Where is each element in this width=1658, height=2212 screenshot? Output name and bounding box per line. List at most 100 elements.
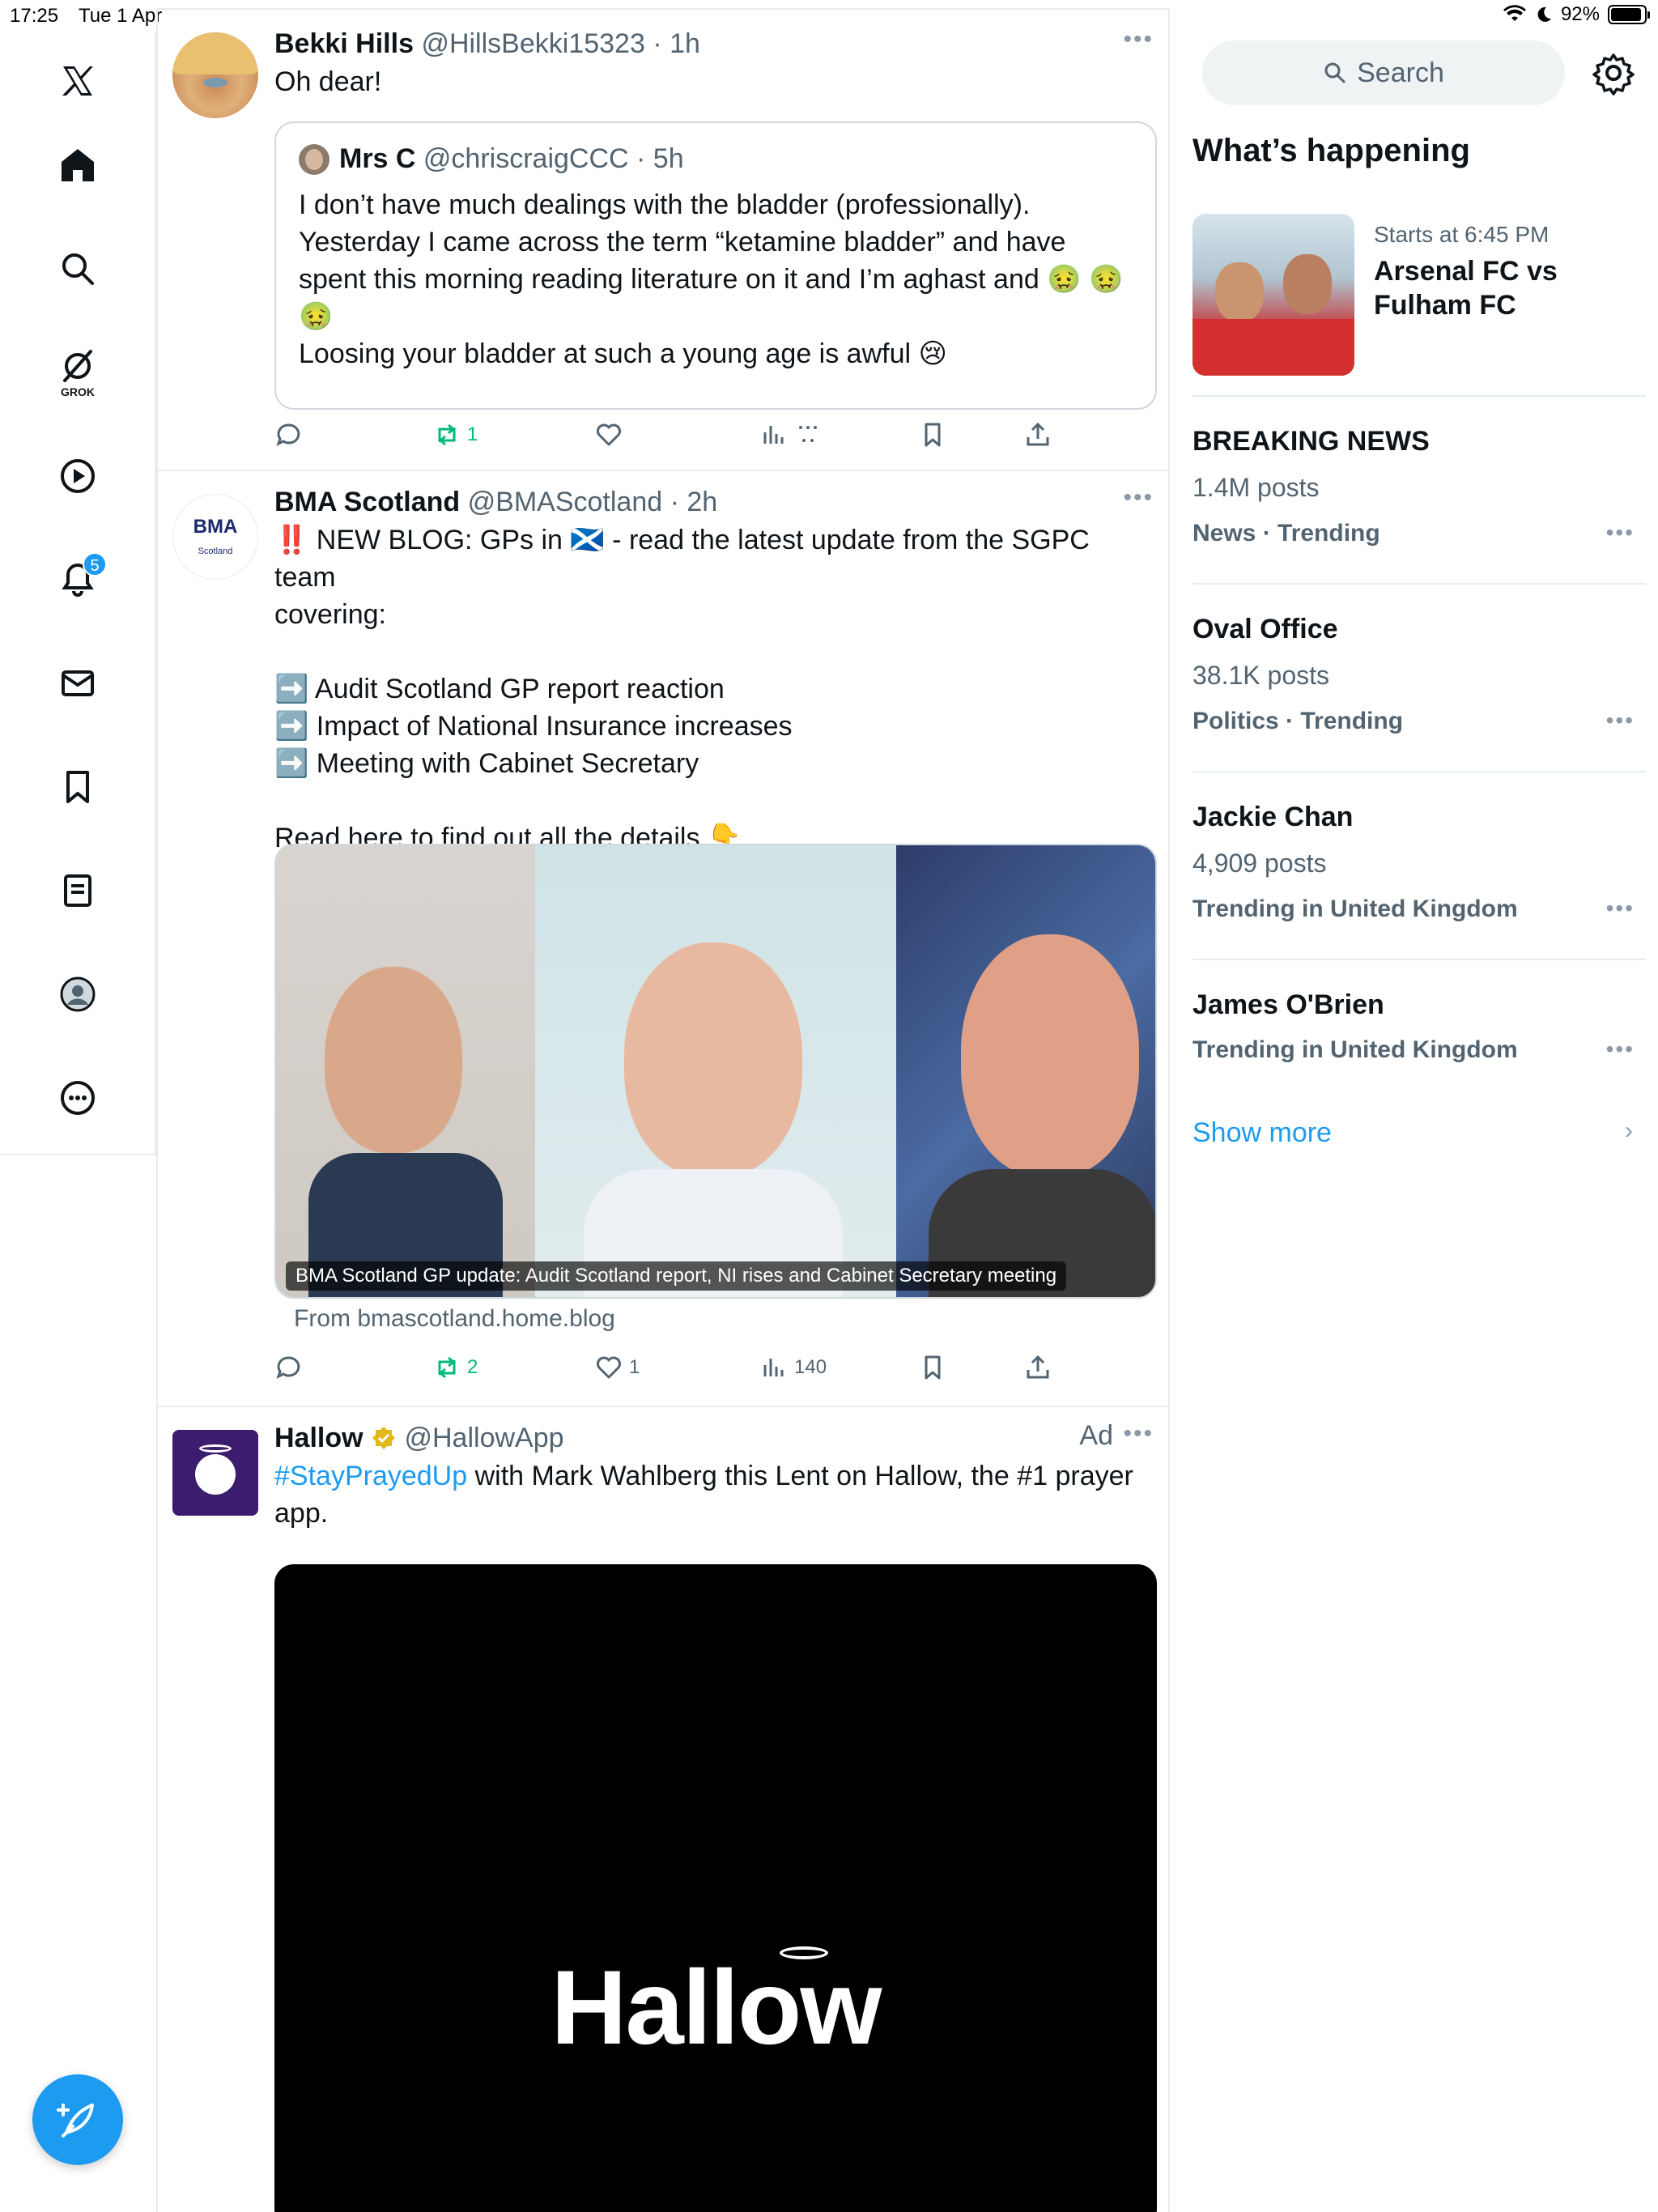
- tweet-line: with Mark Wahlberg this Lent on Hallow, …: [467, 1461, 1133, 1491]
- share-button[interactable]: [1024, 421, 1052, 449]
- left-nav: GROK 5: [0, 32, 156, 1155]
- author-handle[interactable]: @HillsBekki15323: [421, 28, 644, 59]
- author-name[interactable]: BMA Scotland: [274, 487, 460, 517]
- compose-post-button[interactable]: [32, 2074, 123, 2165]
- tweet-time[interactable]: · 2h: [670, 487, 718, 517]
- video-icon[interactable]: [49, 447, 107, 505]
- ad-video[interactable]: Hallow: [274, 1564, 1157, 2212]
- notifications-badge: 5: [83, 552, 107, 576]
- trend-category: Trending in United Kingdom: [1192, 1036, 1518, 1063]
- trend-more-icon[interactable]: •••: [1606, 1036, 1635, 1062]
- lists-icon[interactable]: [49, 861, 107, 920]
- bookmark-button[interactable]: [919, 1354, 946, 1381]
- trend-posts: 38.1K posts: [1192, 661, 1329, 690]
- tweet-text: #StayPrayedUp with Mark Wahlberg this Le…: [274, 1457, 1154, 1532]
- tweet-more-icon[interactable]: •••: [1123, 26, 1154, 53]
- link-source[interactable]: From bmascotland.home.blog: [294, 1305, 615, 1333]
- tweet-text: ‼️ NEW BLOG: GPs in 🏴󠁧󠁢󠁳󠁣󠁴󠁿 - read the l…: [274, 521, 1154, 857]
- profile-icon[interactable]: [49, 965, 107, 1023]
- trend-posts: 1.4M posts: [1192, 473, 1320, 502]
- trend-item[interactable]: Jackie Chan 4,909 posts Trending in Unit…: [1192, 771, 1646, 959]
- views-loading-icon: [799, 426, 817, 442]
- author-handle[interactable]: @BMAScotland: [468, 487, 663, 517]
- x-logo-icon[interactable]: [49, 52, 107, 110]
- like-button[interactable]: [595, 421, 623, 449]
- like-button[interactable]: 1: [595, 1354, 640, 1381]
- halo-icon: [780, 1946, 828, 1959]
- event-meta: Starts at 6:45 PM: [1374, 222, 1550, 247]
- tweet-bma-scotland[interactable]: BMA Scotland BMA Scotland @BMAScotland ·…: [158, 471, 1168, 1407]
- search-icon[interactable]: [49, 240, 107, 298]
- trend-name: Jackie Chan: [1192, 802, 1354, 832]
- quoted-tweet[interactable]: Mrs C @chriscraigCCC · 5h I don’t have m…: [274, 121, 1157, 410]
- trend-item[interactable]: Oval Office 38.1K posts Politics · Trend…: [1192, 583, 1646, 771]
- trend-category: News · Trending: [1192, 520, 1380, 547]
- more-icon[interactable]: [49, 1069, 107, 1127]
- tweet-actions: 2 1 140: [274, 1354, 1154, 1386]
- avatar[interactable]: BMA Scotland: [172, 494, 258, 580]
- retweet-count: 2: [467, 1356, 478, 1378]
- event-card[interactable]: Starts at 6:45 PM Arsenal FC vs Fulham F…: [1192, 214, 1646, 376]
- tweet-time[interactable]: · 1h: [653, 28, 700, 59]
- retweet-icon: [438, 1356, 456, 1379]
- trend-category: Trending in United Kingdom: [1192, 895, 1518, 922]
- views-button[interactable]: 140: [760, 1354, 827, 1381]
- link-card-image[interactable]: BMA Scotland GP update: Audit Scotland r…: [274, 844, 1157, 1299]
- search-input[interactable]: Search: [1202, 40, 1565, 105]
- bookmark-button[interactable]: [919, 421, 946, 449]
- settings-gear-icon[interactable]: [1591, 50, 1636, 96]
- quote-line: Loosing your bladder at such a young age…: [299, 338, 947, 369]
- views-count: 140: [794, 1356, 827, 1378]
- trend-item[interactable]: BREAKING NEWS 1.4M posts News · Trending…: [1192, 395, 1646, 583]
- avatar[interactable]: [172, 32, 258, 118]
- chevron-right-icon: ›: [1625, 1117, 1633, 1144]
- trend-more-icon[interactable]: •••: [1606, 895, 1635, 921]
- tweet-more-icon[interactable]: •••: [1123, 484, 1154, 512]
- trend-more-icon[interactable]: •••: [1606, 708, 1635, 734]
- tweet-hallow-ad[interactable]: Hallow @HallowApp Ad ••• #StayPrayedUp w…: [158, 1407, 1168, 2212]
- trend-name: Oval Office: [1192, 614, 1338, 644]
- trend-item[interactable]: James O'Brien Trending in United Kingdom…: [1192, 959, 1646, 1096]
- share-button[interactable]: [1024, 1354, 1052, 1381]
- tweet-text: Oh dear!: [274, 66, 382, 97]
- grok-label: GROK: [61, 385, 95, 398]
- search-placeholder: Search: [1357, 57, 1444, 88]
- tweet-line: app.: [274, 1498, 329, 1529]
- avatar[interactable]: [172, 1430, 258, 1516]
- search-icon: [1324, 62, 1346, 83]
- status-date: Tue 1 Apr: [79, 5, 163, 27]
- timeline-feed: Bekki Hills @HillsBekki15323 · 1h ••• Oh…: [156, 8, 1170, 2212]
- retweet-button[interactable]: 2: [433, 1354, 478, 1381]
- author-handle[interactable]: @HallowApp: [404, 1423, 563, 1453]
- quote-line: 🤢: [299, 301, 334, 332]
- hashtag-link[interactable]: #StayPrayedUp: [274, 1461, 467, 1491]
- reply-button[interactable]: [274, 421, 302, 449]
- grok-icon[interactable]: GROK: [49, 343, 107, 402]
- tweet-bullet: ➡️ Meeting with Cabinet Secretary: [274, 748, 699, 779]
- mail-icon[interactable]: [49, 654, 107, 713]
- views-button[interactable]: [760, 421, 822, 449]
- home-icon[interactable]: [49, 136, 107, 194]
- verified-gold-icon: [372, 1427, 396, 1449]
- tweet-header: Bekki Hills @HillsBekki15323 · 1h: [274, 26, 1154, 62]
- quote-text: I don’t have much dealings with the blad…: [299, 186, 1141, 372]
- reply-icon: [276, 423, 300, 446]
- link-card-caption: BMA Scotland GP update: Audit Scotland r…: [286, 1261, 1067, 1291]
- author-name[interactable]: Hallow: [274, 1423, 363, 1453]
- photo-panel-left: [276, 845, 535, 1297]
- status-time: 17:25: [10, 5, 59, 27]
- quote-line: Yesterday I came across the term “ketami…: [299, 227, 1066, 257]
- author-name[interactable]: Bekki Hills: [274, 28, 414, 59]
- notifications-icon[interactable]: 5: [49, 551, 107, 609]
- trend-more-icon[interactable]: •••: [1606, 520, 1635, 546]
- bookmark-icon[interactable]: [49, 758, 107, 816]
- show-more-link[interactable]: Show more: [1192, 1117, 1332, 1149]
- reply-button[interactable]: [274, 1354, 302, 1381]
- retweet-button[interactable]: 1: [433, 421, 478, 449]
- quote-author-name: Mrs C: [339, 143, 416, 174]
- right-sidebar: Search What’s happening Starts at 6:45 P…: [1170, 32, 1658, 2212]
- tweet-bullet: ➡️ Audit Scotland GP report reaction: [274, 674, 725, 704]
- tweet-more-icon[interactable]: •••: [1123, 1420, 1154, 1448]
- tweet-bekki-hills[interactable]: Bekki Hills @HillsBekki15323 · 1h ••• Oh…: [158, 10, 1168, 471]
- bookmark-icon: [925, 1355, 941, 1380]
